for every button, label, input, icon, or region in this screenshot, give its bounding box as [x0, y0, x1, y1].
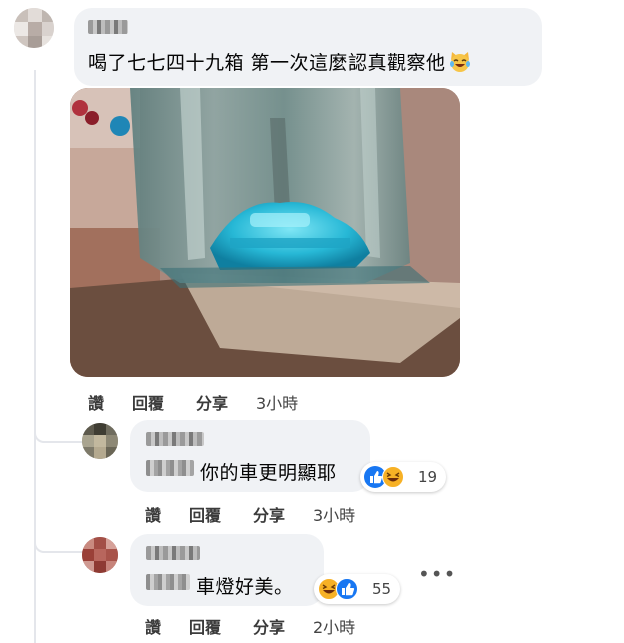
reaction-summary[interactable]: 19 [360, 462, 446, 492]
replier-name-redacted[interactable] [146, 546, 200, 560]
like-link[interactable]: 讚 [145, 502, 161, 526]
tagged-user-redacted[interactable] [146, 460, 194, 476]
comment-photo[interactable] [70, 88, 460, 377]
share-link[interactable]: 分享 [253, 614, 285, 638]
reaction-count: 55 [372, 580, 392, 598]
commenter-name-redacted[interactable] [88, 20, 128, 34]
timestamp[interactable]: 2小時 [313, 614, 355, 638]
like-link[interactable]: 讚 [145, 614, 161, 638]
like-link[interactable]: 讚 [88, 390, 104, 414]
reaction-summary[interactable]: 55 [314, 574, 400, 604]
reaction-count: 19 [418, 468, 438, 486]
reply-text: 車燈好美。 [196, 576, 294, 598]
comment-text: 喝了七七四十九箱 第一次這麼認真觀察他 [88, 52, 446, 74]
reply-link[interactable]: 回覆 [189, 614, 221, 638]
comment-bubble: 喝了七七四十九箱 第一次這麼認真觀察他 [74, 8, 542, 86]
timestamp[interactable]: 3小時 [313, 502, 355, 526]
laughing-crying-cat-emoji-icon [449, 52, 470, 72]
like-reaction-icon [336, 578, 358, 600]
share-link[interactable]: 分享 [253, 502, 285, 526]
avatar[interactable] [14, 8, 54, 48]
avatar[interactable] [82, 423, 118, 459]
tagged-user-redacted[interactable] [146, 574, 190, 590]
replier-name-redacted[interactable] [146, 432, 204, 446]
reply-link[interactable]: 回覆 [132, 390, 164, 414]
thread-line [34, 70, 36, 643]
comment-actions: 讚 回覆 分享 3小時 [88, 390, 328, 413]
avatar[interactable] [82, 537, 118, 573]
reply-actions: 讚 回覆 分享 3小時 [145, 502, 385, 525]
reply-bubble: 你的車更明顯耶 [130, 420, 370, 492]
reply-actions: 讚 回覆 分享 2小時 [145, 614, 385, 637]
haha-reaction-icon [382, 466, 404, 488]
reply-link[interactable]: 回覆 [189, 502, 221, 526]
more-options-button[interactable]: ••• [418, 562, 456, 586]
timestamp[interactable]: 3小時 [256, 390, 298, 414]
reply-connector [34, 527, 86, 553]
photo-glass-car [70, 88, 460, 377]
reply-connector [34, 417, 86, 443]
reply-bubble: 車燈好美。 [130, 534, 324, 606]
reply-text: 你的車更明顯耶 [200, 462, 337, 484]
comment-text-row: 喝了七七四十九箱 第一次這麼認真觀察他 [88, 48, 472, 75]
share-link[interactable]: 分享 [196, 390, 228, 414]
